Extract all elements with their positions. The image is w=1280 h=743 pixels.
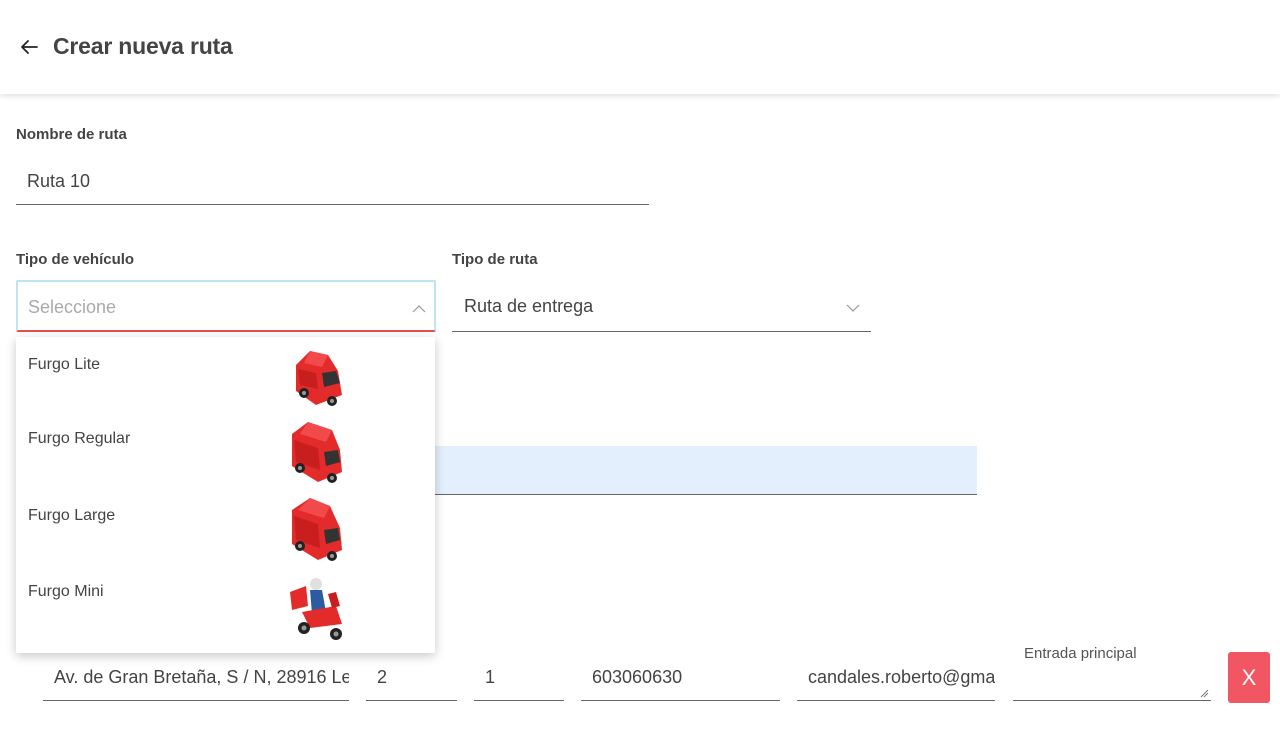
route-name-input[interactable]: Ruta 10 <box>16 158 649 205</box>
phone-value: 603060630 <box>592 667 683 687</box>
vehicle-type-select[interactable]: Seleccione <box>16 280 436 332</box>
field-2-value: 2 <box>377 667 388 687</box>
red-scooter-icon <box>290 578 342 640</box>
field-3-input[interactable]: 1 <box>474 655 564 701</box>
email-value: candales.roberto@gmai <box>808 667 995 687</box>
chevron-down-icon <box>846 304 860 312</box>
route-name-label: Nombre de ruta <box>16 126 127 143</box>
resize-grip-icon[interactable] <box>1200 689 1209 698</box>
field-3-value: 1 <box>485 667 496 687</box>
option-label: Furgo Regular <box>28 430 131 447</box>
option-furgo-mini[interactable]: Furgo Mini <box>16 565 435 641</box>
notes-value: Entrada principal <box>1024 645 1137 662</box>
vehicle-type-dropdown: Furgo Lite Furgo Regular Furgo Large Fur… <box>16 337 435 653</box>
route-name-value: Ruta 10 <box>27 170 91 191</box>
red-van-large-icon <box>292 498 342 561</box>
back-arrow-icon[interactable] <box>17 35 41 59</box>
option-furgo-lite[interactable]: Furgo Lite <box>16 337 435 413</box>
page-title: Crear nueva ruta <box>53 33 233 59</box>
option-furgo-regular[interactable]: Furgo Regular <box>16 413 435 489</box>
notes-textarea[interactable]: Entrada principal <box>1013 640 1211 701</box>
route-type-select[interactable]: Ruta de entrega <box>452 280 871 332</box>
chevron-up-icon <box>412 305 426 313</box>
option-label: Furgo Large <box>28 507 116 524</box>
address-value: Av. de Gran Bretaña, S / N, 28916 Leg <box>54 667 349 687</box>
page-header: Crear nueva ruta <box>0 0 1280 94</box>
address-input[interactable]: Av. de Gran Bretaña, S / N, 28916 Leg <box>43 655 349 701</box>
option-furgo-large[interactable]: Furgo Large <box>16 489 435 565</box>
phone-input[interactable]: 603060630 <box>581 655 780 701</box>
option-label: Furgo Mini <box>28 583 104 600</box>
delete-stop-button[interactable]: X <box>1228 652 1270 703</box>
red-van-regular-icon <box>292 422 342 483</box>
option-label: Furgo Lite <box>28 356 101 373</box>
route-type-label: Tipo de ruta <box>452 251 538 268</box>
highlighted-input[interactable] <box>420 446 977 495</box>
field-2-input[interactable]: 2 <box>366 655 457 701</box>
vehicle-type-placeholder: Seleccione <box>28 297 117 317</box>
email-input[interactable]: candales.roberto@gmai <box>797 655 995 701</box>
route-type-value: Ruta de entrega <box>464 296 594 316</box>
vehicle-type-label: Tipo de vehículo <box>16 251 135 268</box>
red-van-small-icon <box>296 351 342 406</box>
